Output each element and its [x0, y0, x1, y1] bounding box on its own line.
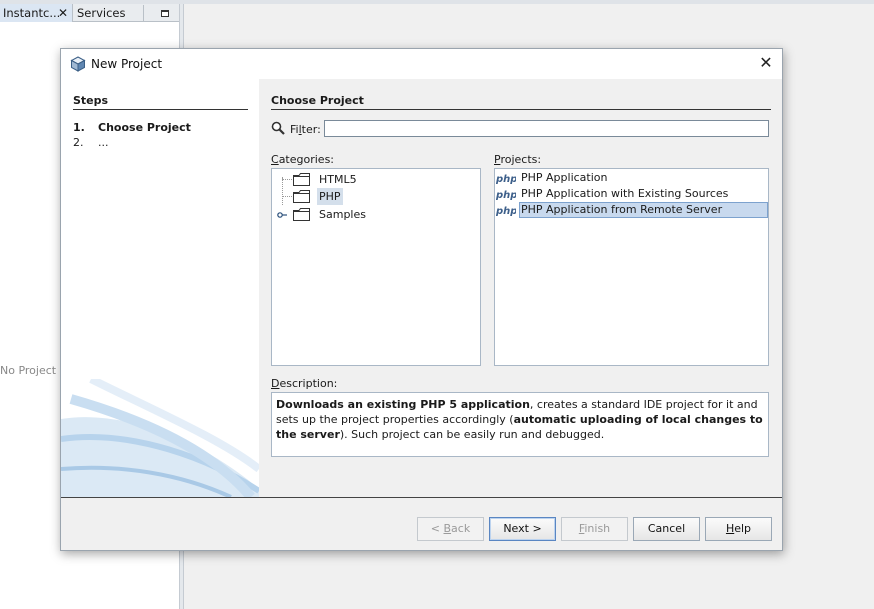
tree-item-samples[interactable]: Samples — [272, 206, 480, 223]
finish-button[interactable]: Finish — [561, 517, 628, 541]
dialog-title: New Project — [91, 57, 163, 71]
folder-icon — [293, 173, 310, 186]
step-number: 2. — [73, 136, 84, 149]
description-bold: Downloads an existing PHP 5 application — [276, 398, 530, 411]
list-item-label: PHP Application from Remote Server — [519, 202, 768, 218]
list-item-php-remote-server[interactable]: php PHP Application from Remote Server — [496, 202, 768, 218]
tree-item-php[interactable]: PHP — [272, 188, 480, 205]
search-icon — [271, 121, 285, 135]
tab-services[interactable]: Services — [74, 4, 142, 22]
projects-label-part: rojects: — [500, 153, 542, 166]
ide-tab-bar: Instantc... ✕ Services — [0, 4, 179, 22]
button-label-part: ack — [451, 522, 471, 535]
close-icon[interactable]: ✕ — [58, 4, 68, 22]
filter-label-part: ter: — [301, 123, 321, 136]
content-panel: Choose Project Filter: Categories: HTML5 — [259, 79, 782, 497]
description-part: ). Such project can be easily run and de… — [339, 428, 605, 441]
list-item-php-application[interactable]: php PHP Application — [496, 170, 768, 186]
tab-label: Services — [77, 6, 126, 20]
filter-label: Filter: — [290, 123, 321, 136]
php-icon: php — [496, 174, 516, 185]
decorative-swoosh-image — [61, 379, 259, 497]
tree-guide-line — [282, 196, 292, 197]
back-button[interactable]: < Back — [417, 517, 484, 541]
folder-icon — [293, 190, 310, 203]
step-number: 1. — [73, 121, 85, 134]
svg-text:php: php — [496, 206, 516, 217]
step-item: 2.... — [73, 136, 109, 149]
section-title: Choose Project — [271, 94, 771, 110]
steps-title: Steps — [73, 94, 248, 110]
cancel-button[interactable]: Cancel — [633, 517, 700, 541]
php-icon: php — [496, 206, 516, 217]
minimize-icon[interactable] — [143, 5, 175, 21]
categories-tree[interactable]: HTML5 PHP Samples — [271, 168, 481, 366]
button-label-part: < — [430, 522, 444, 535]
tree-item-label: HTML5 — [319, 173, 357, 186]
close-icon[interactable]: ✕ — [758, 55, 774, 71]
button-label-part: elp — [734, 522, 752, 535]
button-label-part: inish — [584, 522, 611, 535]
tree-item-label: PHP — [317, 188, 343, 205]
svg-text:php: php — [496, 174, 516, 185]
button-label-mnemonic: H — [725, 522, 735, 535]
tab-label: Instantc... — [3, 6, 61, 20]
new-project-dialog: New Project ✕ Steps 1. Choose Project 2..… — [60, 48, 783, 551]
categories-label-part: ategories: — [278, 153, 335, 166]
projects-list[interactable]: php PHP Application php PHP Application … — [494, 168, 769, 366]
description-label-part: escription: — [279, 377, 338, 390]
tree-item-label: Samples — [319, 208, 366, 221]
dialog-button-bar: < Back Next > Finish Cancel Help — [61, 497, 782, 550]
tree-item-html5[interactable]: HTML5 — [272, 171, 480, 188]
expand-key-icon[interactable] — [277, 212, 287, 218]
filter-input[interactable] — [324, 120, 769, 137]
dialog-title-bar: New Project ✕ — [61, 49, 782, 79]
step-item: 1. Choose Project — [73, 121, 191, 134]
list-item-label: PHP Application — [521, 171, 608, 184]
categories-label-mnemonic: C — [271, 153, 279, 166]
php-icon: php — [496, 190, 516, 201]
help-button[interactable]: Help — [705, 517, 772, 541]
svg-text:php: php — [496, 190, 516, 201]
folder-icon — [293, 208, 310, 221]
step-label: Choose Project — [98, 121, 191, 134]
next-button[interactable]: Next > — [489, 517, 556, 541]
list-item-label: PHP Application with Existing Sources — [521, 187, 729, 200]
button-label-mnemonic: B — [443, 522, 452, 535]
categories-label: Categories: — [271, 153, 334, 166]
list-item-php-existing-sources[interactable]: php PHP Application with Existing Source… — [496, 186, 768, 202]
description-label: Description: — [271, 377, 337, 390]
description-text: Downloads an existing PHP 5 application,… — [271, 392, 769, 457]
projects-label: Projects: — [494, 153, 541, 166]
tree-guide-line — [282, 179, 292, 180]
tab-instances[interactable]: Instantc... ✕ — [0, 4, 73, 22]
step-label: ... — [98, 136, 109, 149]
filter-label-part: Fi — [290, 123, 299, 136]
project-cube-icon — [70, 56, 86, 72]
steps-panel: Steps 1. Choose Project 2.... — [61, 79, 259, 497]
